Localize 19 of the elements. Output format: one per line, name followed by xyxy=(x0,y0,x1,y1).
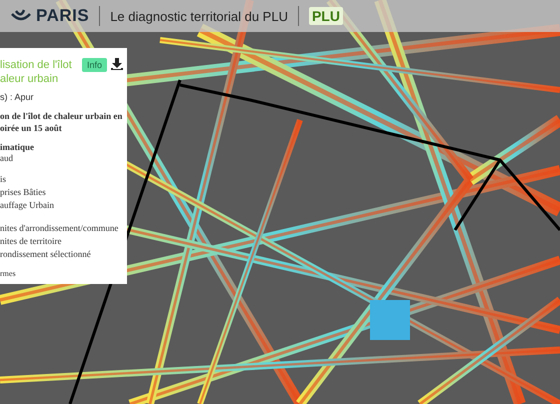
section-heading: imatique xyxy=(0,142,36,153)
legend-item: prises Bâties xyxy=(0,187,47,198)
legend-item: is xyxy=(0,174,8,185)
plu-logo: PLU xyxy=(308,7,343,25)
layer-title: lisation de l'îlot xyxy=(0,58,73,72)
subtitle-text: on de l'îlot de chaleur urbain en xyxy=(0,110,123,122)
info-button[interactable]: Info xyxy=(82,58,107,72)
layer-title: aleur urbain xyxy=(0,72,60,86)
legend-item: aud xyxy=(0,153,14,164)
legend-item: nites de territoire xyxy=(0,236,62,247)
subtitle-text: oirée un 15 août xyxy=(0,122,63,134)
source-text: s) : Apur xyxy=(0,92,35,102)
download-icon[interactable] xyxy=(111,58,123,70)
brand-name: PARIS xyxy=(36,6,90,26)
app-title: Le diagnostic territorial du PLU xyxy=(110,8,288,24)
footer-text: rmes xyxy=(0,268,17,279)
legend-item: auffage Urbain xyxy=(0,200,56,211)
legend-item: rondissement sélectionné xyxy=(0,249,92,260)
legend-item: nites d'arrondissement/commune xyxy=(0,223,120,234)
